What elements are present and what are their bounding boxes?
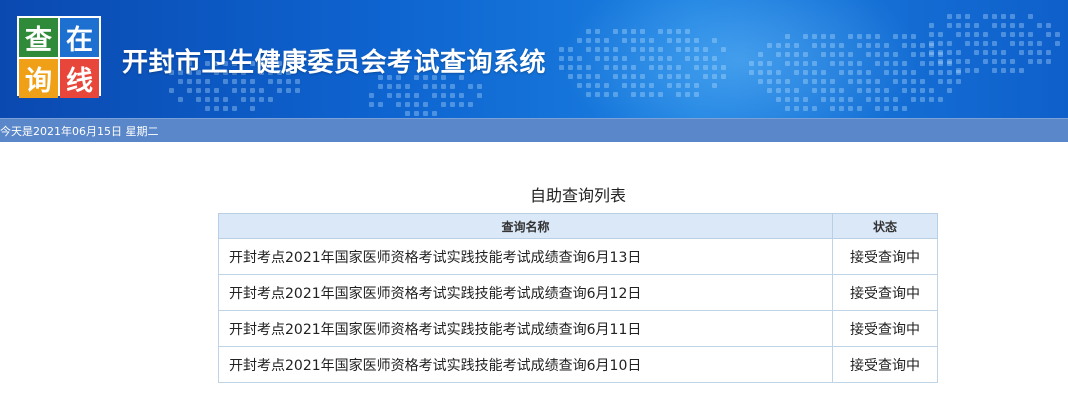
status-cell: 接受查询中 xyxy=(832,274,938,311)
logo-char-2: 在 xyxy=(60,18,99,57)
site-logo[interactable]: 查 在 询 线 xyxy=(17,16,101,98)
query-name-link[interactable]: 开封考点2021年国家医师资格考试实践技能考试成绩查询6月10日 xyxy=(218,346,833,383)
query-list-table: 查询名称 状态 开封考点2021年国家医师资格考试实践技能考试成绩查询6月13日… xyxy=(218,213,938,383)
status-cell: 接受查询中 xyxy=(832,310,938,347)
status-cell: 接受查询中 xyxy=(832,346,938,383)
header-banner: 查 在 询 线 开封市卫生健康委员会考试查询系统 xyxy=(0,0,1068,118)
query-name-link[interactable]: 开封考点2021年国家医师资格考试实践技能考试成绩查询6月12日 xyxy=(218,274,833,311)
query-name-link[interactable]: 开封考点2021年国家医师资格考试实践技能考试成绩查询6月13日 xyxy=(218,238,833,275)
date-bar: 今天是2021年06月15日 星期二 xyxy=(0,118,1068,142)
logo-char-3: 询 xyxy=(19,59,58,98)
logo-char-4: 线 xyxy=(60,59,99,98)
status-cell: 接受查询中 xyxy=(832,238,938,275)
logo-char-1: 查 xyxy=(19,18,58,57)
table-row[interactable]: 开封考点2021年国家医师资格考试实践技能考试成绩查询6月12日 接受查询中 xyxy=(218,274,938,311)
list-title: 自助查询列表 xyxy=(529,186,626,205)
query-name-link[interactable]: 开封考点2021年国家医师资格考试实践技能考试成绩查询6月11日 xyxy=(218,310,833,347)
table-row[interactable]: 开封考点2021年国家医师资格考试实践技能考试成绩查询6月10日 接受查询中 xyxy=(218,346,938,383)
table-row[interactable]: 开封考点2021年国家医师资格考试实践技能考试成绩查询6月11日 接受查询中 xyxy=(218,310,938,347)
table-header-row: 查询名称 状态 xyxy=(218,213,938,239)
table-row[interactable]: 开封考点2021年国家医师资格考试实践技能考试成绩查询6月13日 接受查询中 xyxy=(218,238,938,275)
header-query-name: 查询名称 xyxy=(218,213,833,239)
site-title: 开封市卫生健康委员会考试查询系统 xyxy=(122,48,547,78)
current-date: 今天是2021年06月15日 星期二 xyxy=(0,125,159,138)
header-status: 状态 xyxy=(832,213,938,239)
